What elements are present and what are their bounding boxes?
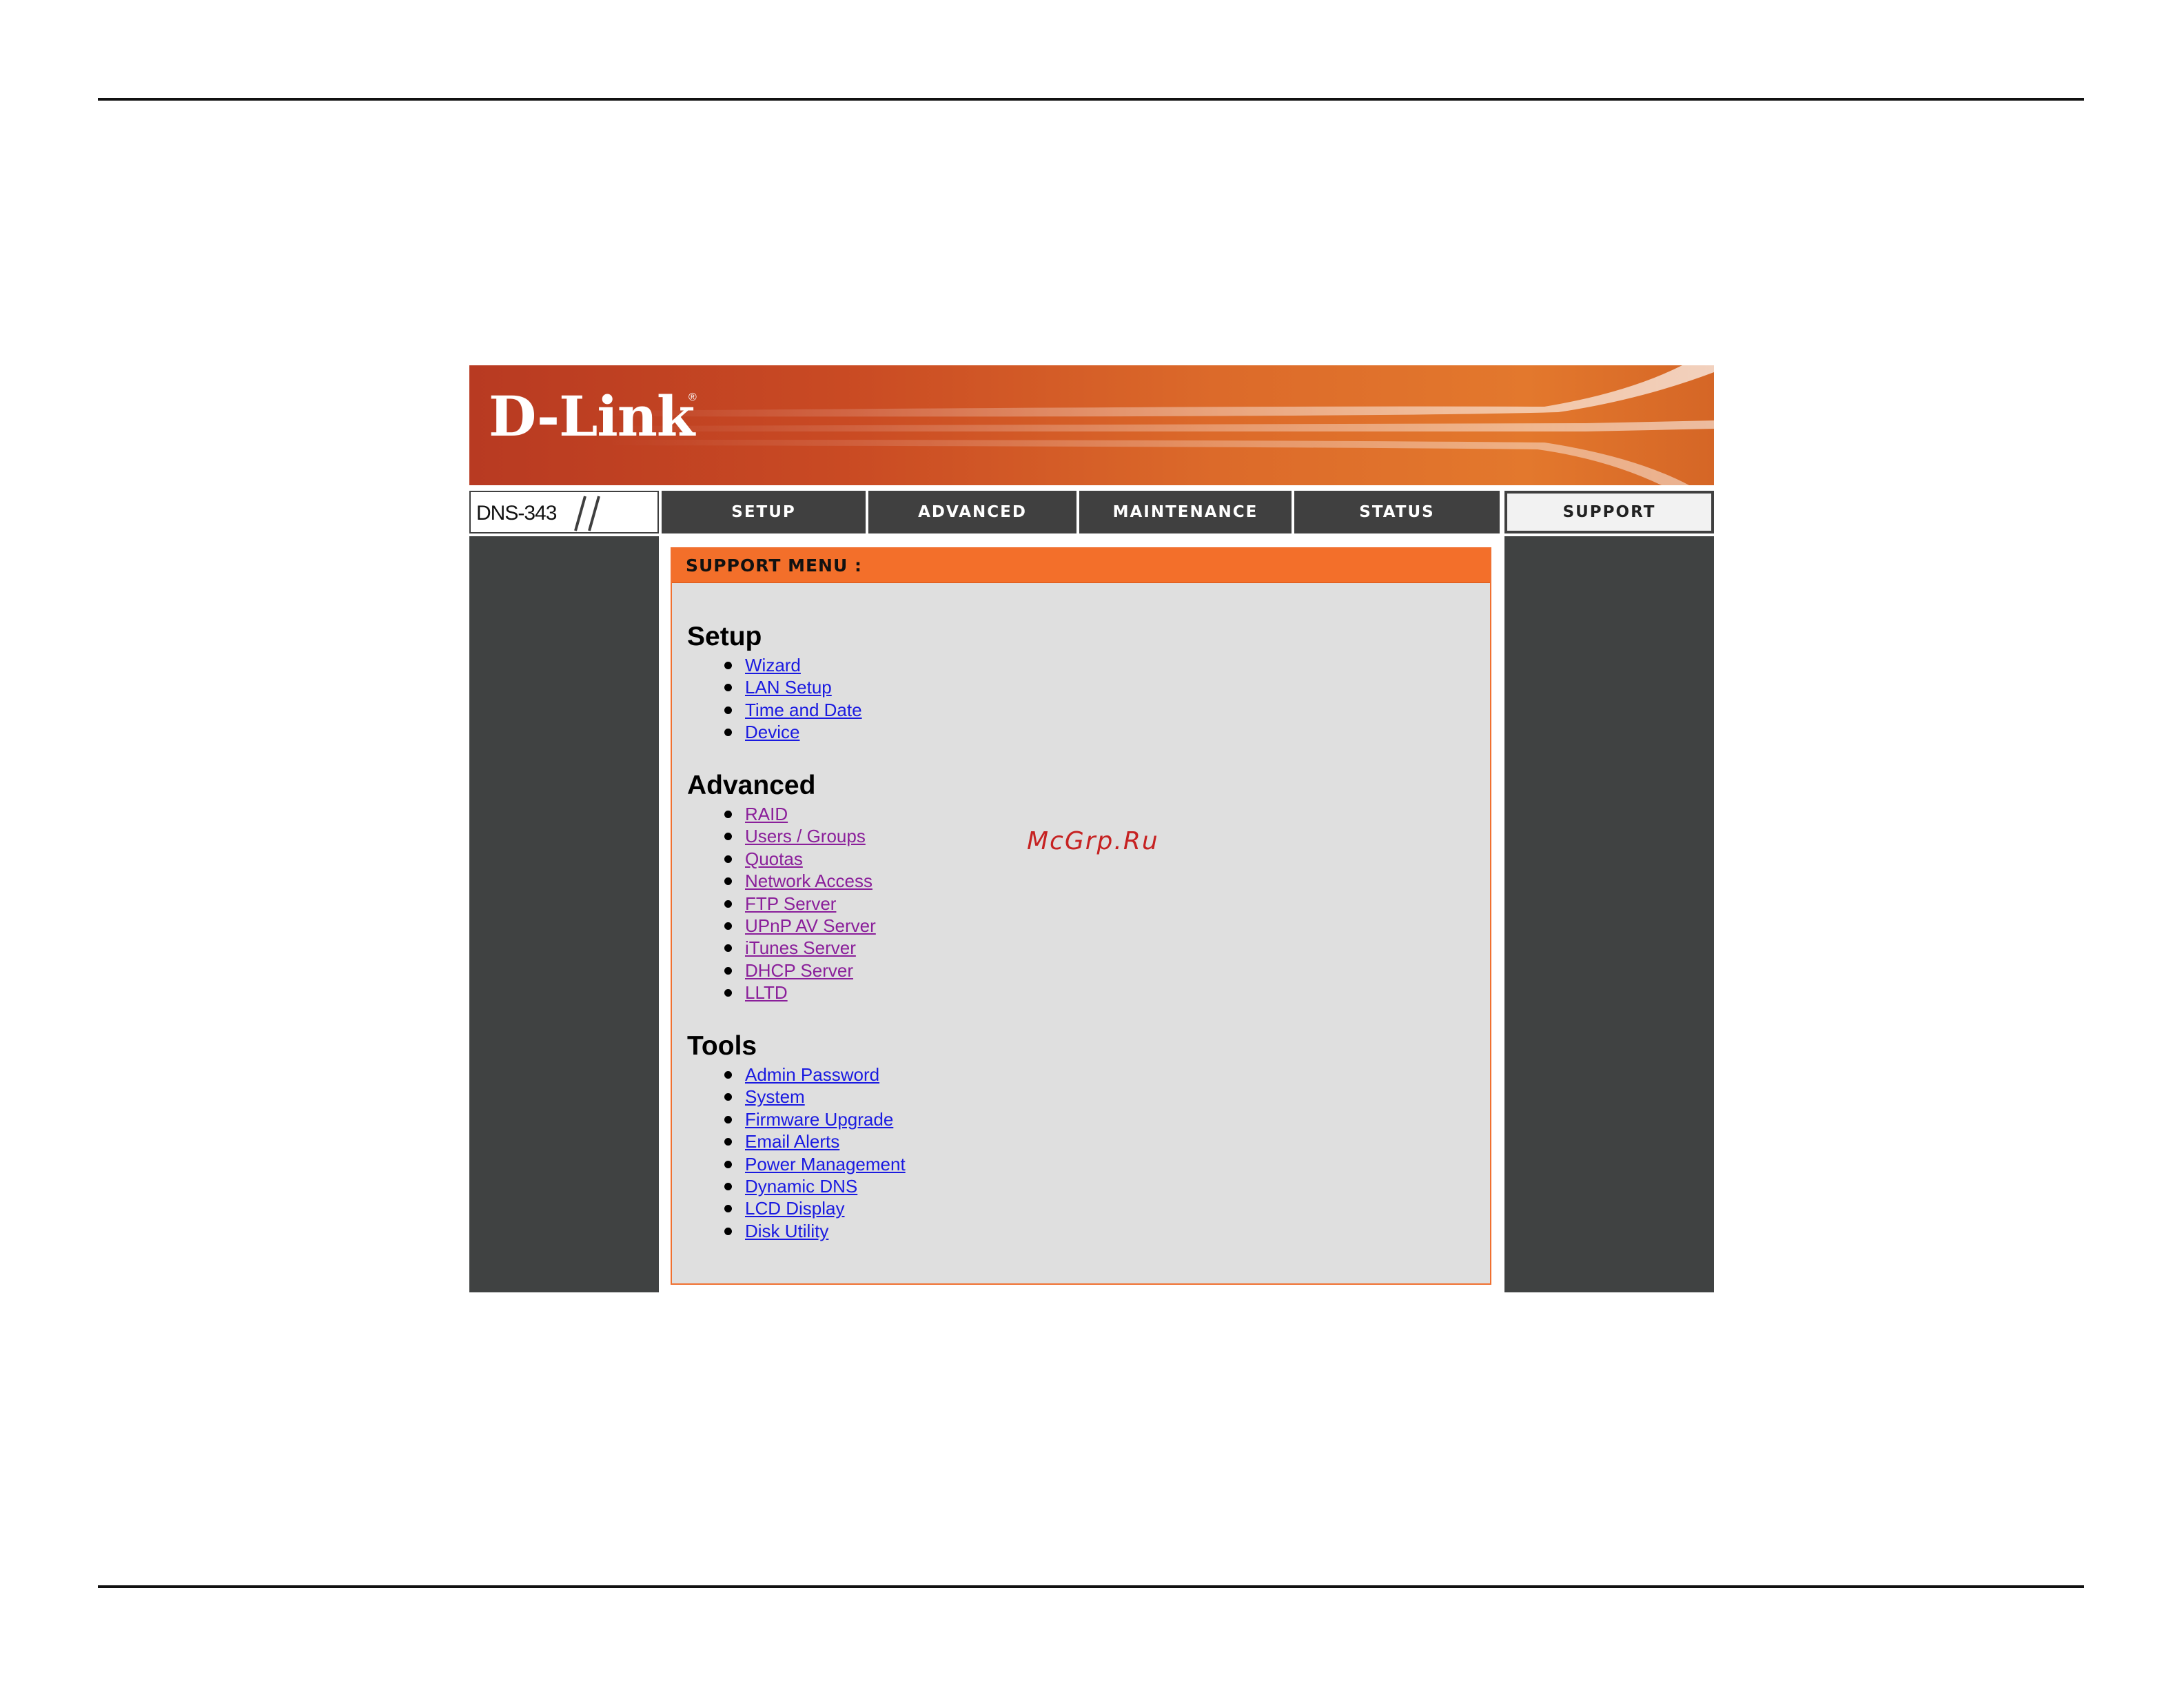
support-menu-panel: SUPPORT MENU : Setup Wizard LAN Setup Ti…: [671, 547, 1491, 1285]
link-admin-password[interactable]: Admin Password: [745, 1064, 879, 1086]
tab-support[interactable]: SUPPORT: [1504, 491, 1714, 533]
link-network-access[interactable]: Network Access: [745, 871, 872, 892]
link-users-groups[interactable]: Users / Groups: [745, 826, 866, 847]
bullet-icon: [724, 1071, 732, 1079]
top-rule: [98, 98, 2084, 101]
link-device[interactable]: Device: [745, 722, 799, 743]
tab-status[interactable]: STATUS: [1294, 491, 1500, 533]
bullet-icon: [724, 729, 732, 737]
bullet-icon: [724, 1205, 732, 1213]
bullet-icon: [724, 944, 732, 953]
link-dynamic-dns[interactable]: Dynamic DNS: [745, 1176, 857, 1197]
bottom-rule: [98, 1585, 2084, 1588]
panel-title: SUPPORT MENU :: [686, 556, 862, 576]
bullet-icon: [724, 855, 732, 863]
bullet-icon: [724, 1227, 732, 1235]
panel-header: SUPPORT MENU :: [672, 549, 1490, 583]
bullet-icon: [724, 662, 732, 669]
link-wizard[interactable]: Wizard: [745, 655, 801, 676]
model-name: DNS-343: [476, 502, 557, 525]
link-power-management[interactable]: Power Management: [745, 1154, 906, 1175]
tab-maintenance[interactable]: MAINTENANCE: [1079, 491, 1292, 533]
link-email-alerts[interactable]: Email Alerts: [745, 1131, 839, 1152]
link-lcd-display[interactable]: LCD Display: [745, 1198, 845, 1219]
link-ftp-server[interactable]: FTP Server: [745, 893, 836, 915]
link-disk-utility[interactable]: Disk Utility: [745, 1221, 828, 1242]
bullet-icon: [724, 1093, 732, 1101]
link-lltd[interactable]: LLTD: [745, 982, 788, 1004]
link-dhcp-server[interactable]: DHCP Server: [745, 960, 853, 982]
link-itunes-server[interactable]: iTunes Server: [745, 937, 856, 959]
model-badge: DNS-343: [469, 491, 659, 533]
bullet-icon: [724, 1182, 732, 1190]
link-time-and-date[interactable]: Time and Date: [745, 700, 862, 721]
bullet-icon: [724, 989, 732, 997]
link-firmware-upgrade[interactable]: Firmware Upgrade: [745, 1109, 893, 1130]
link-upnp-av-server[interactable]: UPnP AV Server: [745, 915, 876, 937]
section-title-setup: Setup: [687, 622, 762, 651]
dlink-logo: D-Link: [489, 384, 695, 449]
bullet-icon: [724, 922, 732, 930]
top-navigation: DNS-343 SETUP ADVANCED MAINTENANCE STATU…: [469, 491, 1714, 533]
link-system[interactable]: System: [745, 1086, 805, 1108]
link-raid[interactable]: RAID: [745, 804, 788, 825]
section-title-tools: Tools: [687, 1031, 757, 1061]
right-sidebar: [1504, 536, 1714, 1292]
registered-mark: ®: [688, 392, 697, 403]
bullet-icon: [724, 877, 732, 886]
bullet-icon: [724, 1160, 732, 1168]
bullet-icon: [724, 966, 732, 975]
watermark-text: McGrp.Ru: [1027, 827, 1159, 855]
bullet-icon: [724, 706, 732, 714]
slash-decoration-icon: [574, 496, 600, 531]
link-quotas[interactable]: Quotas: [745, 848, 803, 870]
bullet-icon: [724, 833, 732, 841]
bullet-icon: [724, 1138, 732, 1146]
bullet-icon: [724, 899, 732, 908]
tab-setup[interactable]: SETUP: [662, 491, 866, 533]
header-banner: D-Link ®: [469, 365, 1714, 485]
bullet-icon: [724, 1115, 732, 1123]
left-sidebar: [469, 536, 659, 1292]
section-title-advanced: Advanced: [687, 771, 816, 800]
tab-advanced[interactable]: ADVANCED: [868, 491, 1076, 533]
bullet-icon: [724, 811, 732, 818]
link-lan-setup[interactable]: LAN Setup: [745, 677, 832, 698]
bullet-icon: [724, 684, 732, 692]
